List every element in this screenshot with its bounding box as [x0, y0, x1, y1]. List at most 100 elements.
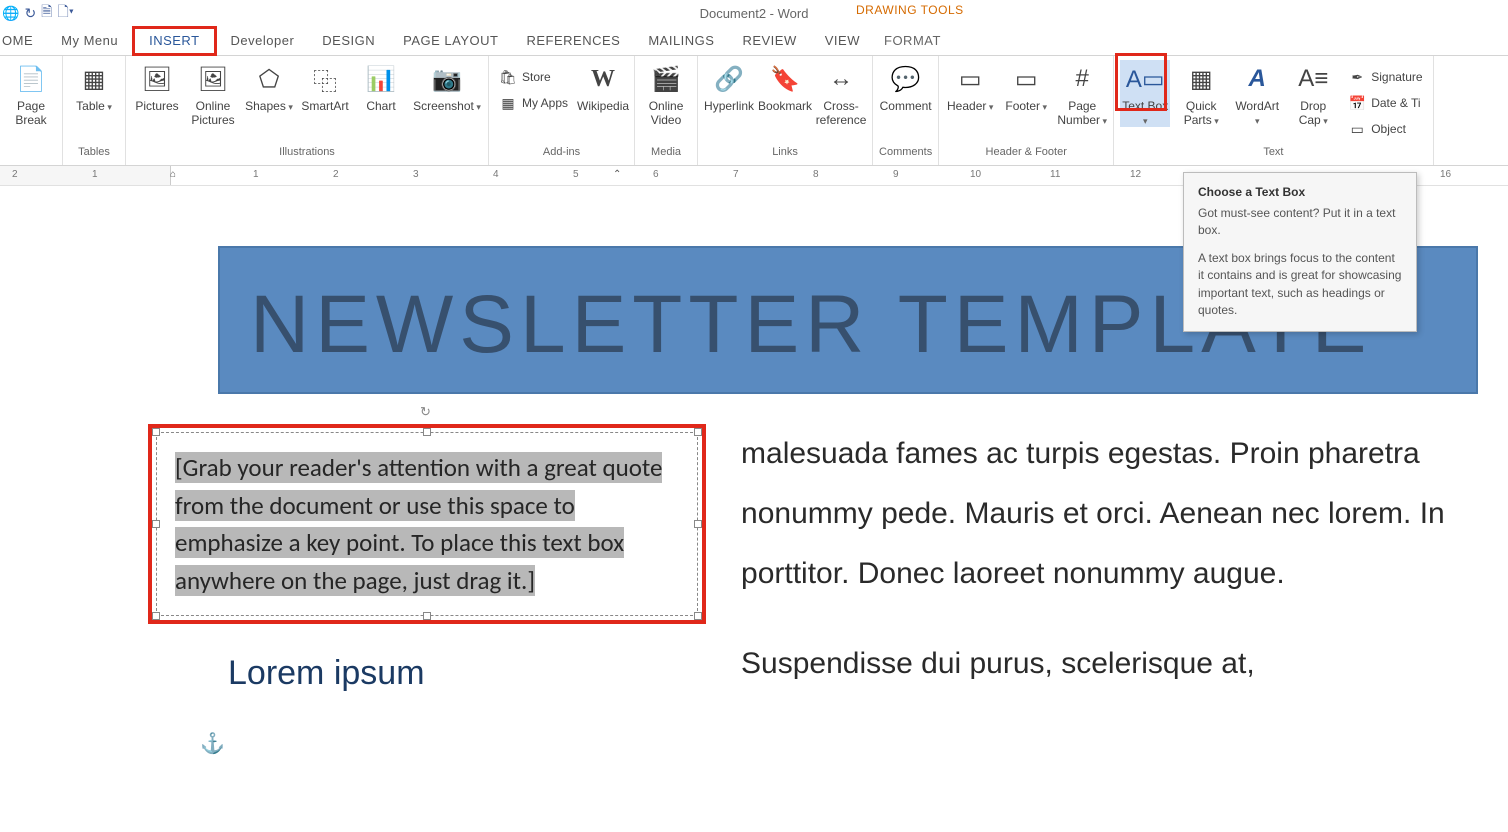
window-title: Document2 - Word [700, 6, 809, 21]
group-pages: 📄 Page Break [0, 56, 63, 165]
selected-text-box[interactable]: [Grab your reader's attention with a gre… [156, 432, 698, 616]
contextual-tab-group-label: DRAWING TOOLS [856, 3, 964, 17]
ribbon-tabs: OME My Menu INSERT Developer DESIGN PAGE… [0, 26, 1508, 56]
indent-marker[interactable]: ⌂ [170, 169, 176, 180]
datetime-button[interactable]: 📅Date & Ti [1344, 92, 1426, 114]
group-addins: 🛍Store ▦My Apps WWikipedia Add-ins [489, 56, 635, 165]
signature-button[interactable]: ✒Signature [1344, 66, 1426, 88]
rotate-handle-icon[interactable]: ↻ [420, 404, 431, 420]
tab-mymenu[interactable]: My Menu [47, 26, 132, 56]
video-icon: 🎬 [649, 62, 683, 96]
wikipedia-button[interactable]: WWikipedia [578, 60, 628, 113]
footer-button[interactable]: ▭Footer [1001, 60, 1051, 113]
store-icon: 🛍 [499, 69, 517, 85]
group-media: 🎬Online Video Media [635, 56, 698, 165]
body-paragraph-1: malesuada fames ac turpis egestas. Proin… [741, 424, 1478, 604]
tab-design[interactable]: DESIGN [308, 26, 389, 56]
object-icon: ▭ [1348, 121, 1366, 137]
group-tables: ▦ Table Tables [63, 56, 126, 165]
ribbon: 📄 Page Break ▦ Table Tables 🖼Pictures 🖼O… [0, 56, 1508, 166]
tab-pagelayout[interactable]: PAGE LAYOUT [389, 26, 512, 56]
object-button[interactable]: ▭Object [1344, 118, 1426, 140]
hyperlink-icon: 🔗 [712, 62, 746, 96]
bookmark-icon: 🔖 [768, 62, 802, 96]
resize-handle[interactable] [694, 520, 702, 528]
shapes-button[interactable]: ⬠Shapes [244, 60, 294, 113]
tab-view[interactable]: VIEW [811, 26, 874, 56]
group-label: Tables [78, 146, 110, 162]
quick-parts-button[interactable]: ▦Quick Parts [1176, 60, 1226, 127]
tab-format[interactable]: FORMAT [870, 26, 955, 56]
tab-marker[interactable]: ⌃ [613, 169, 621, 180]
wordart-button[interactable]: AWordArt [1232, 60, 1282, 127]
smartart-icon: ⿻ [308, 62, 342, 96]
smartart-button[interactable]: ⿻SmartArt [300, 60, 350, 113]
header-button[interactable]: ▭Header [945, 60, 995, 113]
signature-icon: ✒ [1348, 69, 1366, 85]
heading-lorem[interactable]: Lorem ipsum [228, 654, 706, 693]
group-headerfooter: ▭Header ▭Footer #Page Number Header & Fo… [939, 56, 1114, 165]
crossref-button[interactable]: ↔Cross-reference [816, 60, 866, 127]
page-break-button[interactable]: 📄 Page Break [6, 60, 56, 127]
textbox-content[interactable]: [Grab your reader's attention with a gre… [175, 449, 679, 599]
chart-button[interactable]: 📊Chart [356, 60, 406, 113]
tab-home[interactable]: OME [0, 26, 47, 56]
page-number-button[interactable]: #Page Number [1057, 60, 1107, 127]
wikipedia-icon: W [586, 62, 620, 96]
drop-cap-button[interactable]: A≡Drop Cap [1288, 60, 1338, 127]
crossref-icon: ↔ [824, 62, 858, 96]
resize-handle[interactable] [423, 612, 431, 620]
myapps-button[interactable]: ▦My Apps [495, 92, 572, 114]
tooltip-body-1: Got must-see content? Put it in a text b… [1198, 205, 1402, 240]
group-links: 🔗Hyperlink 🔖Bookmark ↔Cross-reference Li… [698, 56, 873, 165]
globe-icon[interactable]: 🌐 [2, 5, 19, 22]
resize-handle[interactable] [694, 428, 702, 436]
new-page-icon[interactable]: 🗋▾ [57, 1, 73, 25]
online-video-button[interactable]: 🎬Online Video [641, 60, 691, 127]
body-text-column[interactable]: malesuada fames ac turpis egestas. Proin… [741, 424, 1478, 724]
quickparts-icon: ▦ [1184, 62, 1218, 96]
resize-handle[interactable] [694, 612, 702, 620]
tooltip-title: Choose a Text Box [1198, 185, 1402, 199]
footer-icon: ▭ [1009, 62, 1043, 96]
body-paragraph-2: Suspendisse dui purus, scelerisque at, [741, 634, 1478, 694]
group-illustrations: 🖼Pictures 🖼Online Pictures ⬠Shapes ⿻Smar… [126, 56, 489, 165]
screenshot-button[interactable]: 📷Screenshot [412, 60, 482, 113]
highlight-selected-textbox: ↻ [Grab your reader's attention with a g… [148, 424, 706, 624]
hyperlink-button[interactable]: 🔗Hyperlink [704, 60, 754, 113]
pictures-button[interactable]: 🖼Pictures [132, 60, 182, 113]
apps-icon: ▦ [499, 95, 517, 111]
screenshot-icon: 📷 [430, 62, 464, 96]
resize-handle[interactable] [152, 612, 160, 620]
table-icon: ▦ [77, 62, 111, 96]
online-pictures-button[interactable]: 🖼Online Pictures [188, 60, 238, 127]
page-break-icon: 📄 [14, 62, 48, 96]
resize-handle[interactable] [423, 428, 431, 436]
pagenumber-icon: # [1065, 62, 1099, 96]
document-icon[interactable]: 🗎 [41, 1, 52, 25]
table-button[interactable]: ▦ Table [69, 60, 119, 113]
tab-mailings[interactable]: MAILINGS [634, 26, 728, 56]
bookmark-button[interactable]: 🔖Bookmark [760, 60, 810, 113]
chart-icon: 📊 [364, 62, 398, 96]
store-button[interactable]: 🛍Store [495, 66, 572, 88]
pictures-icon: 🖼 [140, 62, 174, 96]
anchor-icon: ⚓ [200, 731, 225, 756]
quick-access-toolbar: 🌐 ↻ 🗎 🗋▾ [0, 1, 74, 25]
tab-review[interactable]: REVIEW [728, 26, 810, 56]
resize-handle[interactable] [152, 428, 160, 436]
resize-handle[interactable] [152, 520, 160, 528]
tooltip-textbox: Choose a Text Box Got must-see content? … [1183, 172, 1417, 332]
refresh-icon[interactable]: ↻ [24, 5, 36, 22]
tab-insert[interactable]: INSERT [132, 26, 216, 56]
datetime-icon: 📅 [1348, 95, 1366, 111]
tab-developer[interactable]: Developer [217, 26, 309, 56]
dropcap-icon: A≡ [1296, 62, 1330, 96]
online-pictures-icon: 🖼 [196, 62, 230, 96]
tab-references[interactable]: REFERENCES [512, 26, 634, 56]
comment-button[interactable]: 💬Comment [881, 60, 931, 113]
header-icon: ▭ [953, 62, 987, 96]
wordart-icon: A [1240, 62, 1274, 96]
shapes-icon: ⬠ [252, 62, 286, 96]
comment-icon: 💬 [889, 62, 923, 96]
